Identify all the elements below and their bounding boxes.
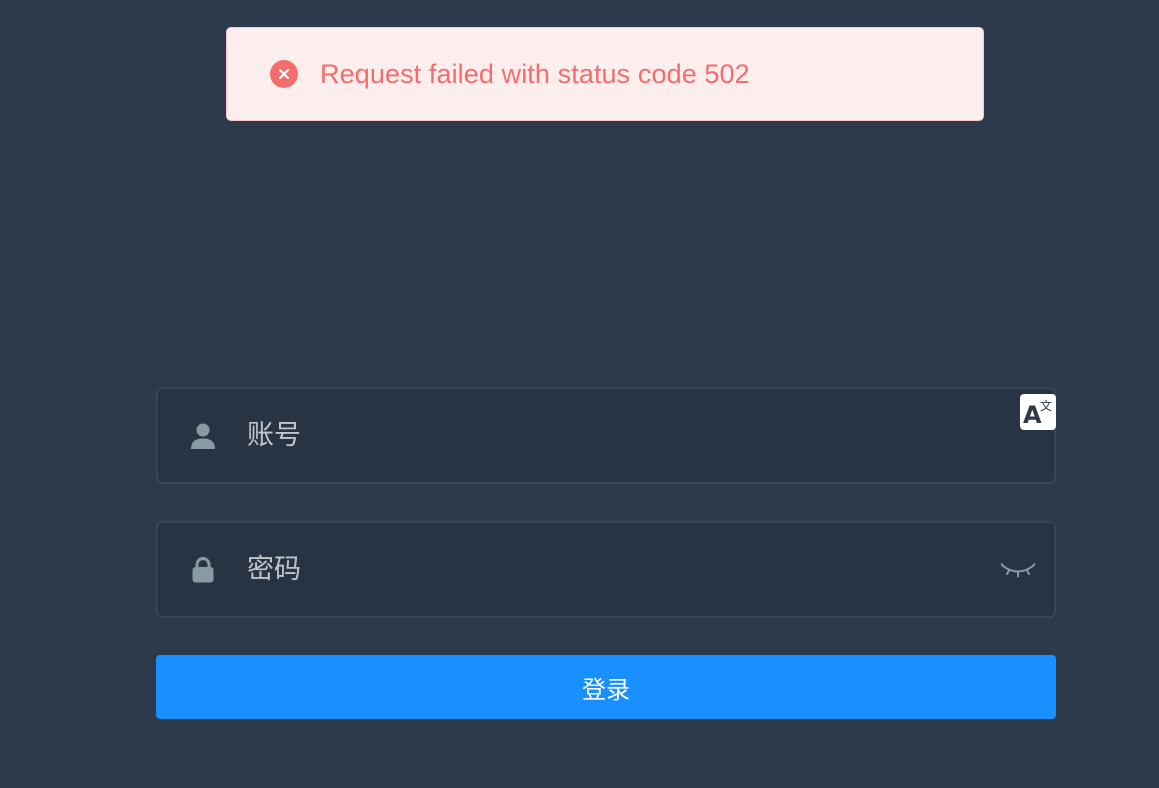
- eye-closed-icon[interactable]: [998, 555, 1038, 585]
- translate-icon[interactable]: A 文: [1020, 394, 1056, 430]
- password-field[interactable]: [156, 521, 1056, 618]
- error-toast: Request failed with status code 502: [226, 27, 984, 121]
- error-message: Request failed with status code 502: [320, 58, 750, 89]
- translate-glyph-sub: 文: [1040, 398, 1052, 413]
- login-page: Request failed with status code 502 A 文: [0, 0, 1159, 788]
- login-button[interactable]: 登录: [156, 655, 1056, 719]
- username-field[interactable]: [156, 387, 1056, 484]
- password-input[interactable]: [247, 539, 998, 600]
- error-circle-icon: [270, 60, 298, 88]
- username-input[interactable]: [247, 405, 1054, 466]
- lock-icon: [187, 554, 219, 586]
- user-icon: [187, 420, 219, 452]
